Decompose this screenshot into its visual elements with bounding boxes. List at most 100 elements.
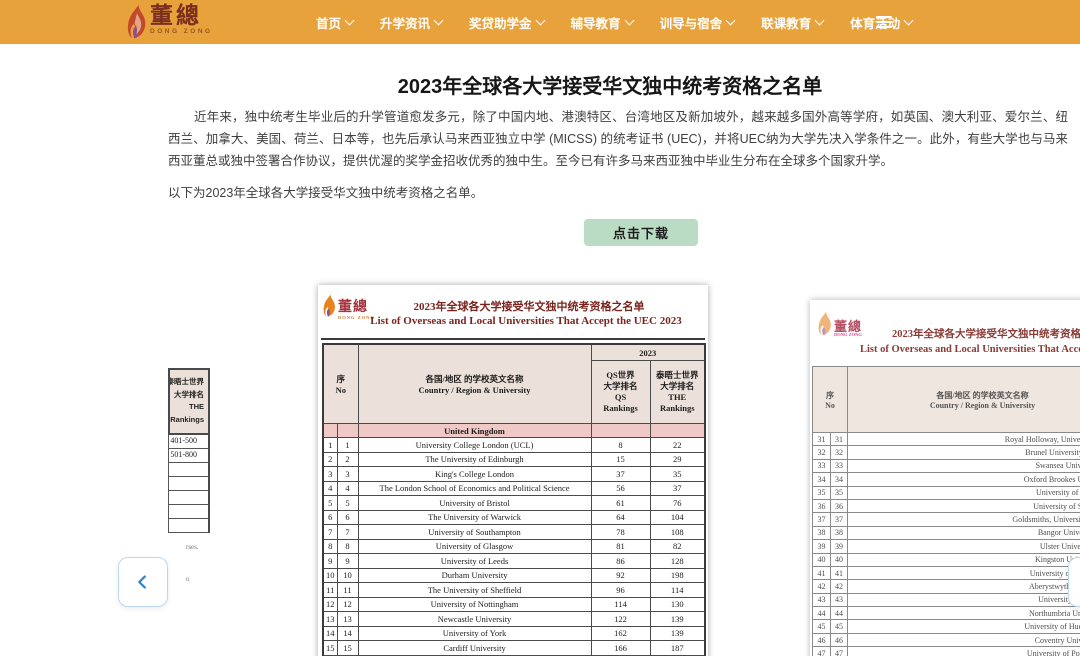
row-number: 11 — [337, 583, 358, 598]
nav-item-label: 升学资讯 — [380, 13, 430, 32]
table-row: 3636University of Stirling — [813, 499, 1080, 512]
carousel-next-button[interactable] — [1068, 557, 1080, 607]
ranking-value: 15 — [591, 452, 650, 467]
flame-logo-icon — [323, 292, 336, 319]
row-number: 12 — [323, 597, 337, 612]
nav-item[interactable]: 训导与宿舍 — [660, 13, 735, 32]
left-page-footnote-fragment: rses. — [186, 543, 199, 551]
col-header-no: 序 No — [813, 367, 848, 433]
table-row: 1515Cardiff University166187 — [323, 641, 705, 656]
ranking-value: 114 — [650, 583, 705, 598]
university-name: Newcastle University — [358, 612, 591, 627]
row-number: 31 — [813, 433, 831, 446]
table-row: 4040Kingston University — [813, 553, 1080, 566]
ranking-value: 139 — [650, 626, 705, 641]
table-row: 66The University of Warwick64104 — [323, 510, 705, 525]
nav-item[interactable]: 辅导教育 — [571, 13, 633, 32]
university-name: Ulster University — [848, 540, 1080, 553]
university-name: Northumbria University — [848, 607, 1080, 620]
row-number: 40 — [813, 553, 831, 566]
intro-paragraph-1: 近年来，独中统考生毕业后的升学管道愈发多元，除了中国内地、港澳特区、台湾地区及新… — [168, 106, 1068, 172]
row-number: 9 — [337, 554, 358, 569]
university-name: University of Nottingham — [358, 597, 591, 612]
ranking-value: 130 — [650, 597, 705, 612]
document-title-cn: 2023年全球各大学接受华文独中统考资格之名单 — [358, 298, 700, 314]
col-header-university: 各国/地区 的学校英文名称 Country / Region & Univers… — [358, 344, 591, 424]
university-name: Aberystwyth University — [848, 580, 1080, 593]
document-title-cn: 2023年全球各大学接受华文独中统考资格之名单 — [892, 326, 1080, 341]
row-number: 35 — [831, 486, 848, 499]
ranking-value: 139 — [650, 612, 705, 627]
nav-item-label: 训导与宿舍 — [660, 13, 723, 32]
table-row: 4343University of Hull — [813, 593, 1080, 606]
row-number: 45 — [813, 620, 831, 633]
col-header-line: THE — [168, 401, 204, 414]
document-logo-en: DONG ZONG — [834, 333, 862, 338]
carousel-page-previous[interactable]: 泰晤士世界 大学排名 THE Rankings 401-500501-800 r… — [0, 290, 215, 630]
row-number: 2 — [337, 452, 358, 467]
nav-item-label: 首页 — [316, 13, 341, 32]
row-number: 14 — [323, 626, 337, 641]
row-number: 5 — [337, 496, 358, 511]
ranking-value: 104 — [650, 510, 705, 525]
nav-item[interactable]: 首页 — [316, 13, 353, 32]
row-number: 6 — [337, 510, 358, 525]
ranking-value: 56 — [591, 481, 650, 496]
table-row: 3535University of Essex — [813, 486, 1080, 499]
chevron-down-icon — [904, 15, 914, 25]
ranking-value: 61 — [591, 496, 650, 511]
download-button[interactable]: 点击下载 — [584, 219, 698, 246]
col-header-university: 各国/地区 的学校英文名称 Country / Region & Univers… — [848, 367, 1080, 433]
left-page-row — [168, 463, 210, 477]
row-number: 4 — [323, 481, 337, 496]
ranking-value: 37 — [650, 481, 705, 496]
nav-item[interactable]: 联课教育 — [761, 13, 823, 32]
table-row: 1010Durham University92198 — [323, 568, 705, 583]
left-page-rows: 401-500501-800 — [168, 435, 210, 533]
row-number: 1 — [323, 438, 337, 453]
row-number: 32 — [831, 446, 848, 459]
row-number: 46 — [831, 633, 848, 646]
row-number: 10 — [337, 568, 358, 583]
logo-text-en: DONG ZONG — [150, 29, 213, 36]
table-row: 1111The University of Sheffield96114 — [323, 583, 705, 598]
ranking-value: 37 — [591, 467, 650, 482]
main-table-body: 11University College London (UCL)82222Th… — [323, 438, 705, 656]
chevron-down-icon — [434, 15, 444, 25]
row-number: 13 — [337, 612, 358, 627]
carousel-page-next[interactable]: 董總 DONG ZONG 2023年全球各大学接受华文独中统考资格之名单 Lis… — [810, 300, 1080, 656]
row-number: 46 — [813, 633, 831, 646]
ranking-value: 22 — [650, 438, 705, 453]
row-number: 35 — [813, 486, 831, 499]
university-name: The University of Sheffield — [358, 583, 591, 598]
nav-item[interactable]: 奖贷助学金 — [469, 13, 544, 32]
university-name: University of Plymouth — [848, 566, 1080, 579]
row-number: 44 — [831, 607, 848, 620]
ranking-value: 166 — [591, 641, 650, 656]
page-title: 2023年全球各大学接受华文独中统考资格之名单 — [140, 70, 1080, 99]
carousel-page-current[interactable]: 董總 DONG ZONG 2023年全球各大学接受华文独中统考资格之名单 Lis… — [318, 285, 708, 656]
row-number: 32 — [813, 446, 831, 459]
row-number: 33 — [813, 459, 831, 472]
carousel-prev-button[interactable] — [118, 557, 168, 607]
flame-logo-icon — [127, 4, 147, 39]
row-number: 34 — [831, 473, 848, 486]
menu-icon[interactable] — [876, 16, 892, 28]
col-header-line: 泰晤士世界 — [168, 376, 204, 389]
university-name: Coventry University — [848, 633, 1080, 646]
left-page-footnote-fragment: o — [186, 575, 190, 583]
university-name: University College London (UCL) — [358, 438, 591, 453]
table-row: 3333Swansea University — [813, 459, 1080, 472]
ranking-value: 96 — [591, 583, 650, 598]
row-number: 40 — [831, 553, 848, 566]
nav-item[interactable]: 升学资讯 — [380, 13, 442, 32]
university-name: Brunel University London — [848, 446, 1080, 459]
ranking-value: 501-800 — [170, 450, 197, 459]
chevron-down-icon — [535, 15, 545, 25]
table-row: 44The London School of Economics and Pol… — [323, 481, 705, 496]
row-number: 33 — [831, 459, 848, 472]
row-number: 37 — [831, 513, 848, 526]
ranking-value: 86 — [591, 554, 650, 569]
table-row: 3434Oxford Brookes University — [813, 473, 1080, 486]
site-logo[interactable]: 董總 DONG ZONG — [127, 4, 213, 39]
